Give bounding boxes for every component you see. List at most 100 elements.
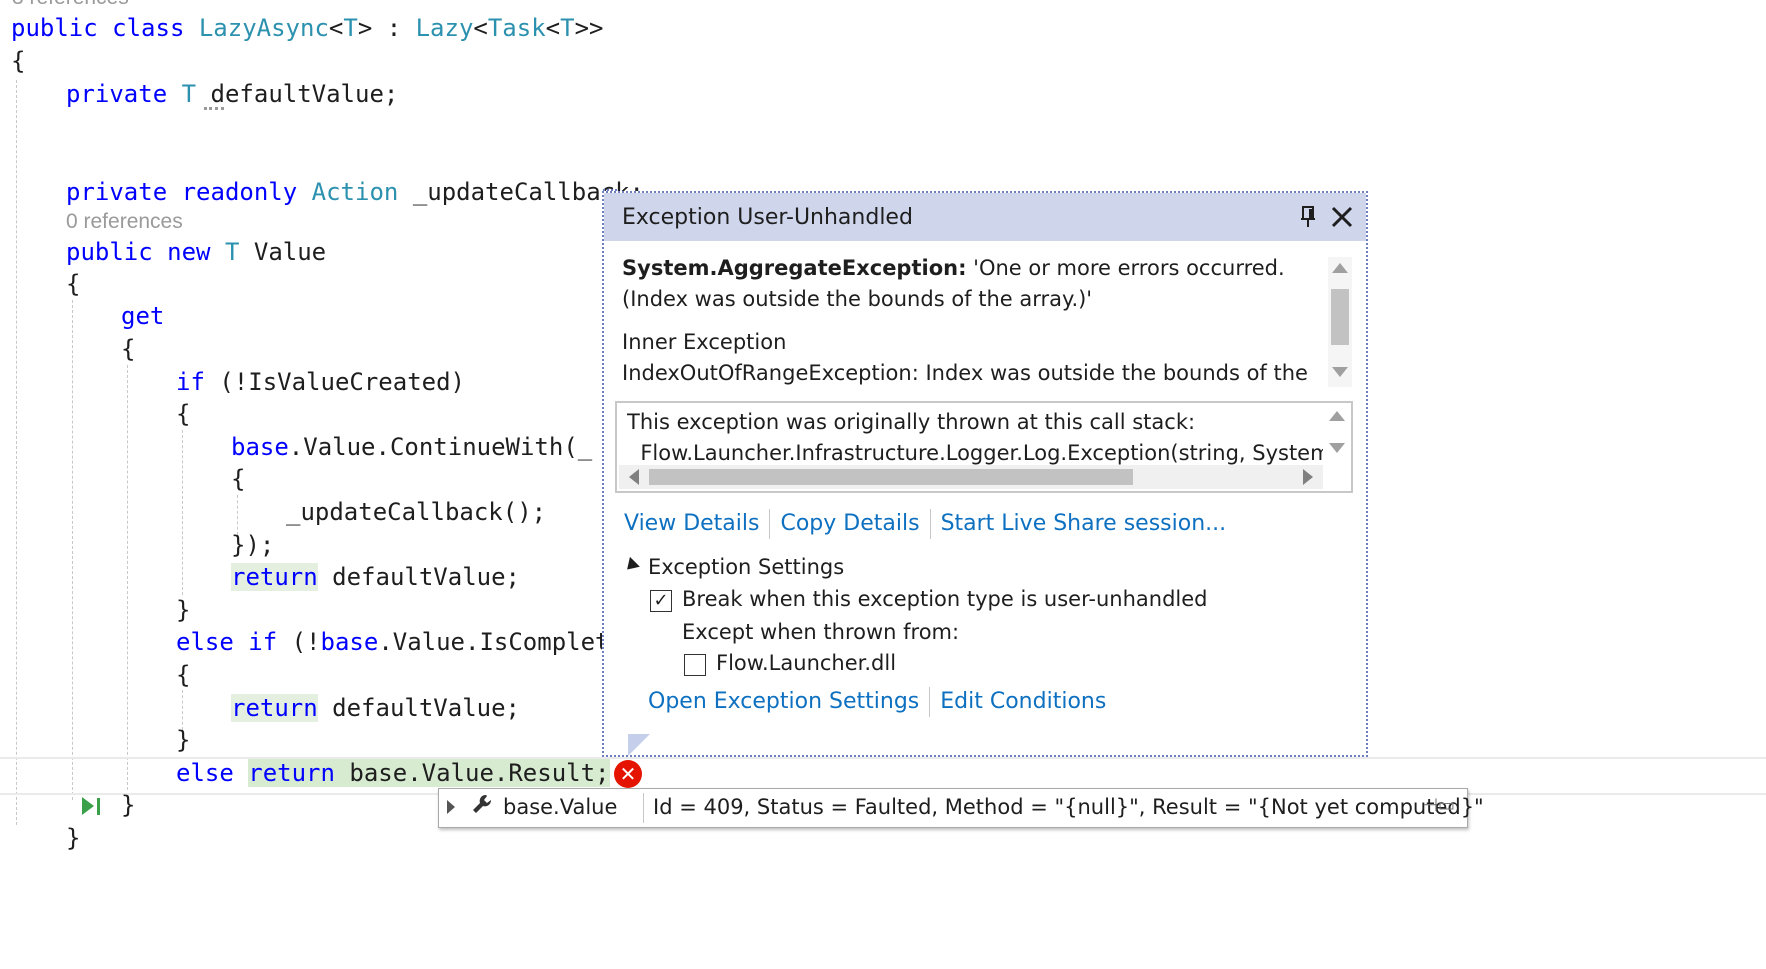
- indent-guide: [16, 80, 17, 825]
- code-line[interactable]: }: [66, 820, 80, 856]
- view-details-link[interactable]: View Details: [624, 511, 759, 536]
- code-line[interactable]: {: [176, 396, 190, 432]
- code-line[interactable]: {: [176, 657, 190, 693]
- keyword: readonly: [181, 178, 298, 206]
- keyword: if: [248, 628, 278, 656]
- code-line[interactable]: }: [121, 787, 135, 823]
- code-line[interactable]: return defaultValue;: [231, 690, 520, 726]
- scroll-down-icon[interactable]: [1332, 367, 1348, 377]
- keyword: if: [176, 368, 205, 396]
- code-line[interactable]: get: [121, 298, 164, 334]
- popup-tail: [628, 734, 650, 756]
- live-share-link[interactable]: Start Live Share session...: [941, 511, 1227, 536]
- collapse-icon[interactable]: [622, 556, 640, 575]
- code-line[interactable]: private readonly Action _updateCallback;: [66, 174, 644, 210]
- code-line[interactable]: base.Value.ContinueWith(_ =>: [231, 429, 636, 465]
- type-name: Lazy: [415, 14, 474, 42]
- exception-message-text: 'One or more errors occurred.: [973, 256, 1285, 280]
- debug-datatip[interactable]: base.Value Id = 409, Status = Faulted, M…: [438, 788, 1484, 828]
- keyword: private: [66, 80, 168, 108]
- pin-icon[interactable]: [1296, 203, 1320, 231]
- punctuation: >>: [574, 14, 604, 42]
- edit-conditions-link[interactable]: Edit Conditions: [940, 689, 1106, 714]
- callstack-box[interactable]: This exception was originally thrown at …: [615, 401, 1353, 493]
- except-label: Except when thrown from:: [682, 620, 960, 644]
- callstack-header: This exception was originally thrown at …: [627, 410, 1196, 434]
- open-exception-settings-link[interactable]: Open Exception Settings: [648, 689, 919, 714]
- settings-links: Open Exception Settings Edit Conditions: [648, 687, 1106, 717]
- scroll-up-icon[interactable]: [1332, 263, 1348, 273]
- indent-guide: [72, 300, 73, 800]
- scroll-down-icon[interactable]: [1329, 443, 1345, 453]
- exception-message[interactable]: System.AggregateException: 'One or more …: [622, 253, 1322, 393]
- type-name: Action: [311, 178, 399, 206]
- keyword: return: [248, 759, 335, 787]
- keyword: base: [231, 433, 289, 461]
- pin-icon[interactable]: ⊣▭: [1422, 795, 1455, 816]
- code-line[interactable]: {: [66, 266, 80, 302]
- identifier: Value: [253, 238, 327, 266]
- code-line[interactable]: }: [176, 722, 190, 758]
- code-line-current[interactable]: else return base.Value.Result;: [176, 755, 610, 791]
- exception-helper-popup: Exception User-Unhandled System.Aggregat…: [602, 191, 1368, 757]
- keyword: public: [11, 14, 98, 42]
- punctuation: > :: [357, 14, 416, 42]
- suggestion-dots[interactable]: [204, 103, 224, 110]
- execution-pointer-bar: [97, 798, 100, 815]
- identifier: defaultValue;: [210, 80, 399, 108]
- type-name: T: [560, 14, 575, 42]
- close-icon[interactable]: [1326, 201, 1358, 233]
- datatip-value[interactable]: Id = 409, Status = Faulted, Method = "{n…: [653, 795, 1484, 819]
- scroll-up-icon[interactable]: [1329, 411, 1345, 421]
- callstack-hscrollbar[interactable]: [619, 465, 1323, 489]
- codelens-references[interactable]: 0 references: [66, 210, 183, 234]
- keyword: base: [320, 628, 379, 656]
- type-name: Task: [487, 14, 546, 42]
- popup-title: Exception User-Unhandled: [622, 205, 913, 230]
- callstack-vscrollbar[interactable]: [1325, 405, 1349, 465]
- copy-details-link[interactable]: Copy Details: [780, 511, 919, 536]
- indent-guide: [127, 365, 128, 790]
- identifier: (!IsValueCreated): [219, 368, 465, 396]
- scroll-right-icon[interactable]: [1303, 469, 1313, 485]
- code-line[interactable]: private T defaultValue;: [66, 76, 398, 112]
- exception-settings-header: Exception Settings: [648, 555, 845, 579]
- hscroll-thumb[interactable]: [649, 469, 1133, 485]
- break-checkbox[interactable]: ✓: [650, 590, 672, 612]
- execution-pointer-icon[interactable]: [82, 797, 94, 815]
- error-icon[interactable]: ✕: [614, 760, 642, 788]
- keyword: return: [231, 563, 318, 591]
- exception-message-text: (Index was outside the bounds of the arr…: [622, 287, 1093, 311]
- callstack-text: This exception was originally thrown at …: [627, 407, 1323, 469]
- break-label: Break when this exception type is user-u…: [682, 587, 1208, 611]
- code-line[interactable]: {: [121, 331, 135, 367]
- keyword: else: [176, 759, 234, 787]
- code-line[interactable]: if (!IsValueCreated): [176, 364, 465, 400]
- code-line[interactable]: else if (!base.Value.IsCompleted): [176, 624, 653, 660]
- inner-exception-text: IndexOutOfRangeException: Index was outs…: [622, 361, 1308, 385]
- code-line[interactable]: return defaultValue;: [231, 559, 520, 595]
- expand-icon[interactable]: [447, 800, 455, 814]
- code-line[interactable]: public new T Value: [66, 234, 326, 270]
- code-line[interactable]: _updateCallback();: [286, 494, 546, 530]
- identifier: base.Value.Result;: [349, 759, 610, 787]
- code-line[interactable]: {: [11, 43, 25, 79]
- wrench-icon: [471, 793, 493, 823]
- type-name: T: [224, 238, 240, 266]
- scroll-thumb[interactable]: [1331, 289, 1349, 345]
- code-line[interactable]: {: [231, 461, 245, 497]
- codelens-references[interactable]: 3 references: [12, 0, 129, 10]
- code-line[interactable]: });: [231, 527, 274, 563]
- keyword: return: [231, 694, 318, 722]
- scroll-left-icon[interactable]: [629, 469, 639, 485]
- module-checkbox[interactable]: [684, 654, 706, 676]
- message-scrollbar[interactable]: [1328, 257, 1352, 387]
- code-line[interactable]: public class LazyAsync<T> : Lazy<Task<T>…: [11, 10, 603, 46]
- indent-guide: [182, 430, 183, 595]
- exception-settings-toggle[interactable]: Exception Settings: [622, 555, 845, 579]
- punctuation: (!: [291, 628, 321, 656]
- identifier: .Value.ContinueWith(_ =>: [288, 433, 636, 461]
- punctuation: <: [545, 14, 561, 42]
- code-line[interactable]: }: [176, 592, 190, 628]
- keyword: new: [167, 238, 211, 266]
